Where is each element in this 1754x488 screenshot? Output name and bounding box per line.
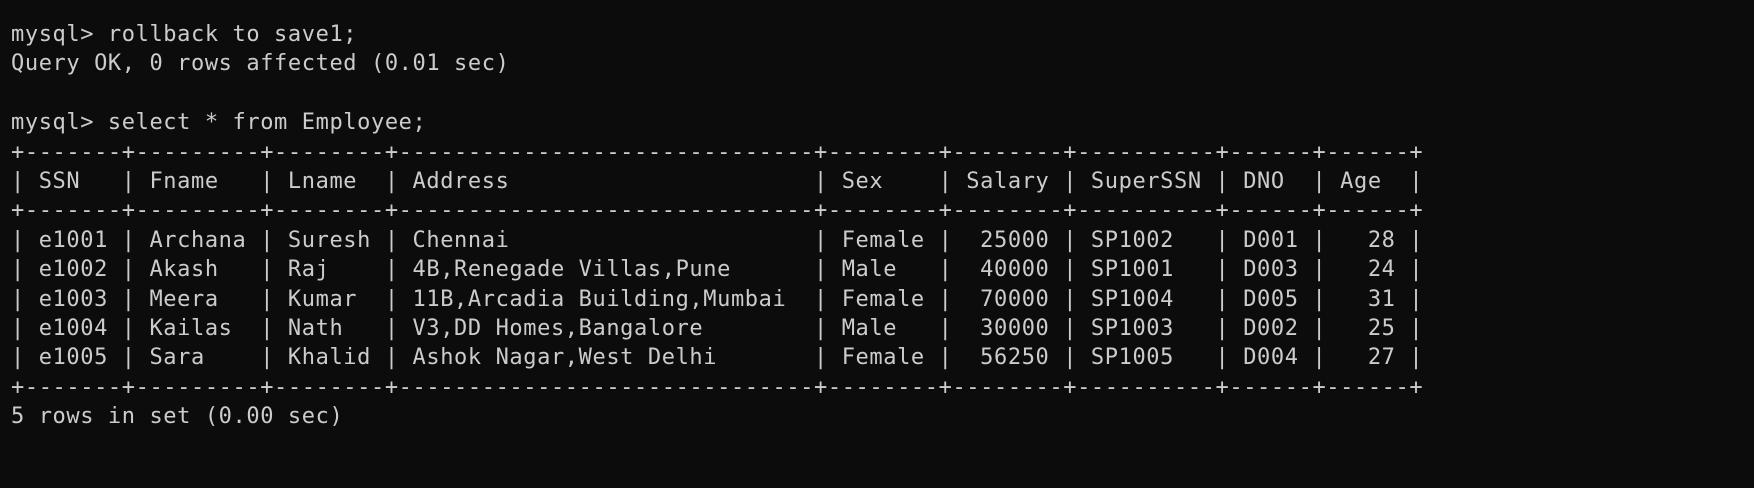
- command-line: mysql> select * from Employee;: [11, 110, 427, 136]
- command-line: mysql> rollback to save1;: [11, 22, 358, 47]
- table-row: | e1003 | Meera | Kumar | 11B,Arcadia Bu…: [11, 286, 1424, 312]
- table-border: +-------+---------+--------+------------…: [11, 139, 1424, 165]
- table-row: | e1001 | Archana | Suresh | Chennai | F…: [11, 227, 1424, 253]
- table-header-row: | SSN | Fname | Lname | Address | Sex | …: [11, 168, 1424, 194]
- query-result-line: Query OK, 0 rows affected (0.01 sec): [11, 51, 510, 77]
- table-row: | e1005 | Sara | Khalid | Ashok Nagar,We…: [11, 345, 1424, 371]
- table-border: +-------+---------+--------+------------…: [11, 198, 1424, 224]
- table-border: +-------+---------+--------+------------…: [11, 374, 1424, 400]
- terminal-window[interactable]: mysql> rollback to save1; Query OK, 0 ro…: [0, 0, 1754, 488]
- row-count-line: 5 rows in set (0.00 sec): [11, 404, 344, 430]
- table-row: | e1002 | Akash | Raj | 4B,Renegade Vill…: [11, 257, 1424, 283]
- table-row: | e1004 | Kailas | Nath | V3,DD Homes,Ba…: [11, 315, 1424, 341]
